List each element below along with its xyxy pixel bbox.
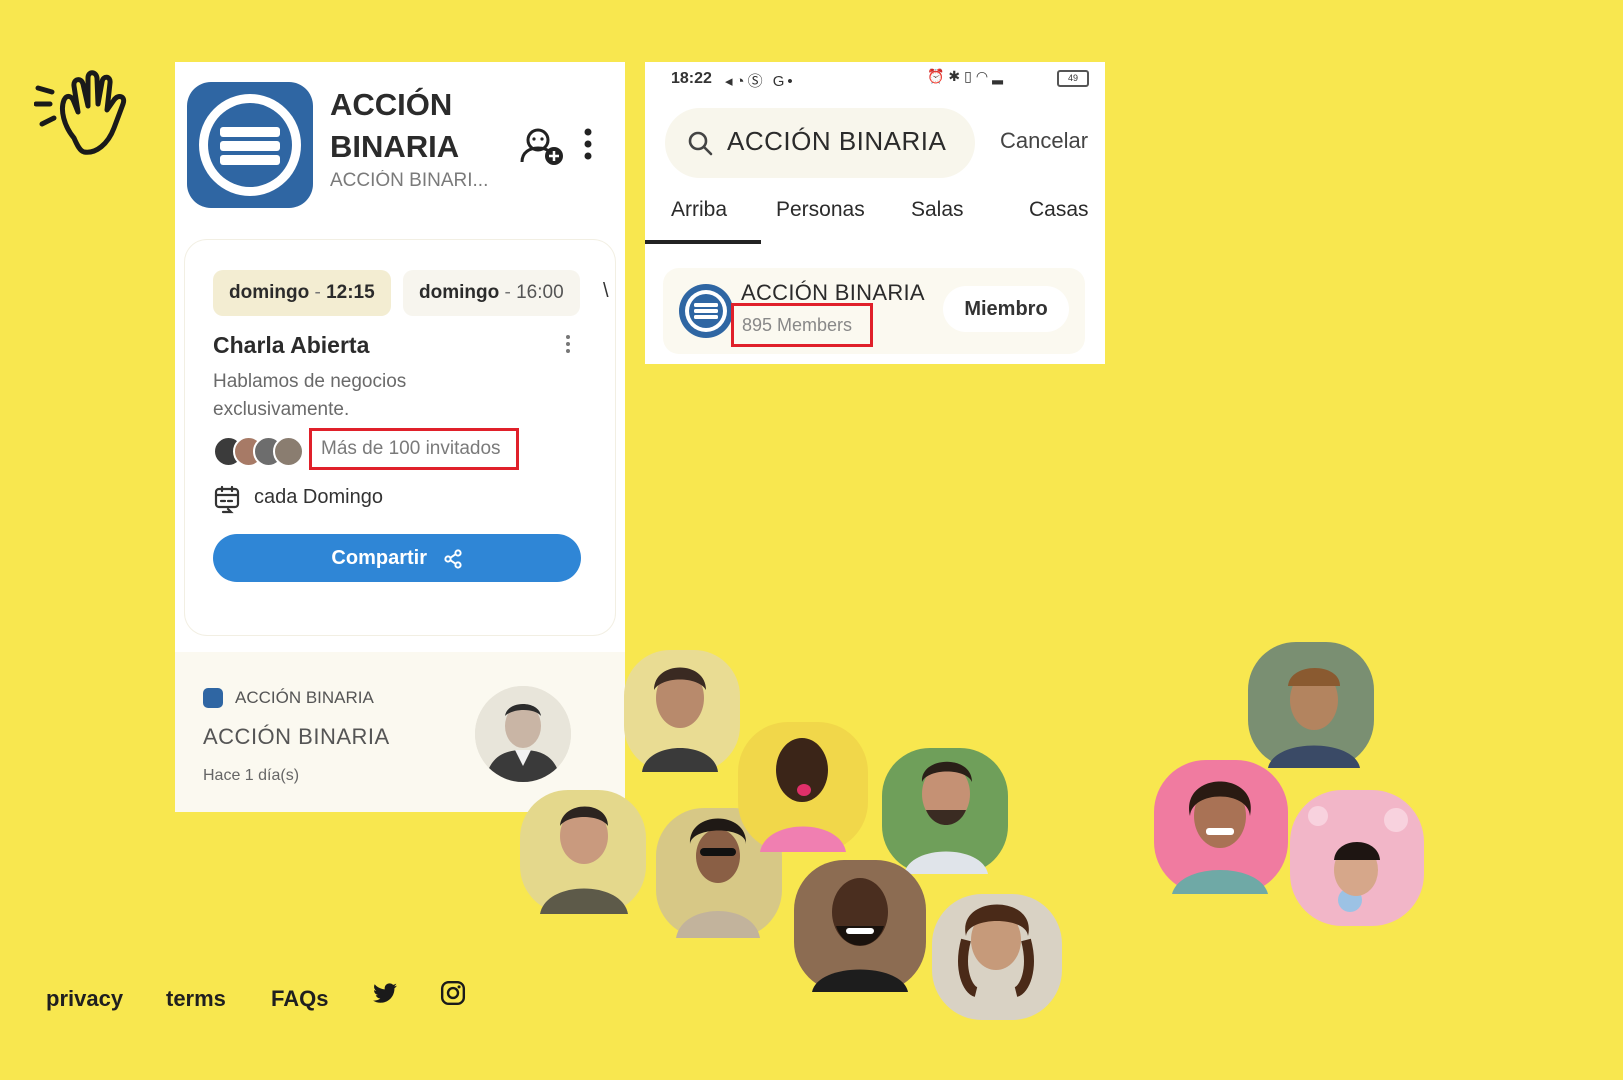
search-icon [688, 131, 713, 156]
event-description: Hablamos de negocios exclusivamente. [213, 371, 407, 420]
search-input[interactable]: ACCIÓN BINARIA [665, 108, 975, 178]
status-app-icons: ◂◔Ⓢ G• [725, 73, 796, 90]
feed-club-name: ACCIÓN BINARIA [235, 688, 374, 707]
member-count: 895 Members [731, 303, 873, 347]
chip-time: 12:15 [326, 282, 375, 303]
chip-overflow: \ [603, 280, 609, 302]
share-icon [443, 549, 462, 569]
event-panel: domingo - 12:15 domingo - 16:00 \ Charla… [185, 240, 615, 635]
share-button-label: Compartir [331, 547, 427, 569]
chip-separator: - [309, 282, 327, 303]
club-mini-logo-icon [203, 688, 223, 708]
feed-time: Hace 1 día(s) [203, 767, 300, 784]
person-photo [738, 722, 868, 852]
calendar-repeat-icon [214, 485, 240, 514]
person-photo [1154, 760, 1288, 894]
search-screen: 18:22 ◂◔Ⓢ G• ⏰✱▯◠▂ 49 ACCIÓN BINARIA Can… [645, 62, 1105, 364]
instagram-icon[interactable] [440, 980, 466, 1006]
chip-day: domingo [419, 282, 500, 303]
club-subtitle: ACCIÓN BINARI... [330, 170, 489, 191]
waving-hand-icon [34, 70, 127, 155]
event-title: Charla Abierta [213, 332, 370, 358]
club-logo[interactable] [187, 82, 313, 208]
recurrence-text: cada Domingo [254, 486, 383, 508]
status-system-icons: ⏰✱▯◠▂ [927, 68, 1007, 84]
feed-title: ACCIÓN BINARIA [203, 724, 390, 749]
tab-casas[interactable]: Casas [1029, 198, 1089, 222]
guest-avatars [213, 436, 313, 467]
person-photo [1290, 790, 1424, 926]
terms-link[interactable]: terms [166, 986, 226, 1012]
person-photo [882, 748, 1008, 874]
cancel-button[interactable]: Cancelar [1000, 128, 1088, 154]
faqs-link[interactable]: FAQs [271, 986, 328, 1012]
tab-arriba[interactable]: Arriba [671, 198, 727, 222]
guest-count: Más de 100 invitados [309, 428, 519, 470]
more-options-icon[interactable] [583, 128, 593, 160]
chip-time: 16:00 [516, 282, 564, 303]
schedule-chip[interactable]: domingo - 12:15 [213, 270, 391, 316]
tab-salas[interactable]: Salas [911, 198, 964, 222]
person-photo [794, 860, 926, 992]
search-tabs: Arriba Personas Salas Casas [645, 192, 1105, 242]
search-result-row[interactable]: ACCIÓN BINARIA 895 Members Miembro [663, 268, 1085, 354]
avatar [273, 436, 304, 467]
battery-icon: 49 [1057, 70, 1089, 87]
schedule-chip[interactable]: domingo - 16:00 [403, 270, 580, 316]
club-name: ACCIÓN BINARIA [330, 87, 460, 164]
twitter-icon[interactable] [372, 980, 398, 1006]
active-tab-indicator [645, 240, 761, 244]
people-collage [520, 650, 1062, 1020]
people-collage-right [1154, 642, 1424, 926]
person-photo [932, 894, 1062, 1020]
share-button[interactable]: Compartir [213, 534, 581, 582]
member-button[interactable]: Miembro [943, 286, 1069, 332]
person-photo [624, 650, 740, 772]
person-photo [1248, 642, 1374, 768]
chip-separator: - [499, 282, 517, 303]
club-logo [679, 284, 733, 338]
chip-day: domingo [229, 282, 310, 303]
event-more-icon[interactable] [565, 334, 571, 354]
status-time: 18:22 [671, 70, 712, 87]
search-value: ACCIÓN BINARIA [727, 126, 947, 156]
tab-personas[interactable]: Personas [776, 198, 865, 222]
add-member-icon[interactable] [518, 126, 564, 166]
person-photo [520, 790, 646, 914]
privacy-link[interactable]: privacy [46, 986, 123, 1012]
